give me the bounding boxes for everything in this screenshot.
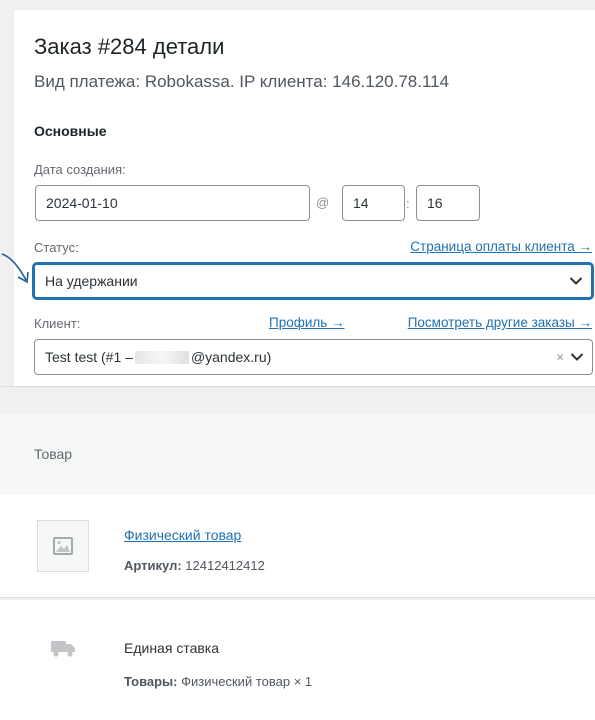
other-orders-link[interactable]: Посмотреть другие заказы → <box>408 315 592 330</box>
chevron-down-icon <box>570 353 584 361</box>
product-name-link[interactable]: Физический товар <box>124 527 241 543</box>
minute-value: 16 <box>427 195 443 211</box>
payment-info: Вид платежа: Robokassa. IP клиента: 146.… <box>34 72 450 91</box>
time-separator: : <box>406 196 410 211</box>
section-divider <box>0 386 595 414</box>
shipping-items-label: Товары: <box>124 674 178 689</box>
minute-input[interactable]: 16 <box>416 185 480 221</box>
product-thumbnail <box>37 520 89 572</box>
customer-value-suffix: @yandex.ru) <box>190 349 272 365</box>
customer-select[interactable]: Test test (#1 – @yandex.ru) × <box>34 339 593 375</box>
chevron-down-icon <box>569 277 583 285</box>
shipping-items-value: Физический товар × 1 <box>181 674 313 689</box>
table-row: Физический товар Артикул: 12412412412 <box>0 494 595 598</box>
status-selected-value: На удержании <box>45 273 138 289</box>
at-separator: @ <box>316 195 330 210</box>
section-general-title: Основные <box>34 123 107 139</box>
customer-label: Клиент: <box>34 316 81 331</box>
customer-value-prefix: Test test (#1 – <box>45 349 133 365</box>
product-sku: Артикул: 12412412412 <box>124 558 265 573</box>
date-created-value: 2024-01-10 <box>46 195 118 211</box>
image-placeholder-icon <box>53 537 73 555</box>
date-created-label: Дата создания: <box>34 162 126 177</box>
sku-label: Артикул: <box>124 558 182 573</box>
shipping-items: Товары: Физический товар × 1 <box>124 674 312 689</box>
customer-profile-link[interactable]: Профиль → <box>269 315 345 330</box>
shipping-method-name: Единая ставка <box>124 640 220 656</box>
annotation-arrow-icon <box>1 253 29 284</box>
redacted-email <box>134 350 189 364</box>
shipping-row: Единая ставка Товары: Физический товар ×… <box>0 600 595 720</box>
customer-payment-page-link[interactable]: Страница оплаты клиента → <box>410 239 592 254</box>
hour-input[interactable]: 14 <box>342 185 405 221</box>
items-table-header: Товар <box>0 414 595 494</box>
column-header-item: Товар <box>34 446 73 462</box>
status-select[interactable]: На удержании <box>33 263 593 299</box>
hour-value: 14 <box>353 195 369 211</box>
date-created-input[interactable]: 2024-01-10 <box>35 185 310 221</box>
page-title: Заказ #284 детали <box>34 34 225 59</box>
order-details-panel: Заказ #284 детали Вид платежа: Robokassa… <box>0 0 595 720</box>
status-label: Статус: <box>34 240 79 255</box>
sku-value: 12412412412 <box>185 558 265 573</box>
truck-icon <box>51 641 75 657</box>
clear-customer-button[interactable]: × <box>556 350 564 365</box>
